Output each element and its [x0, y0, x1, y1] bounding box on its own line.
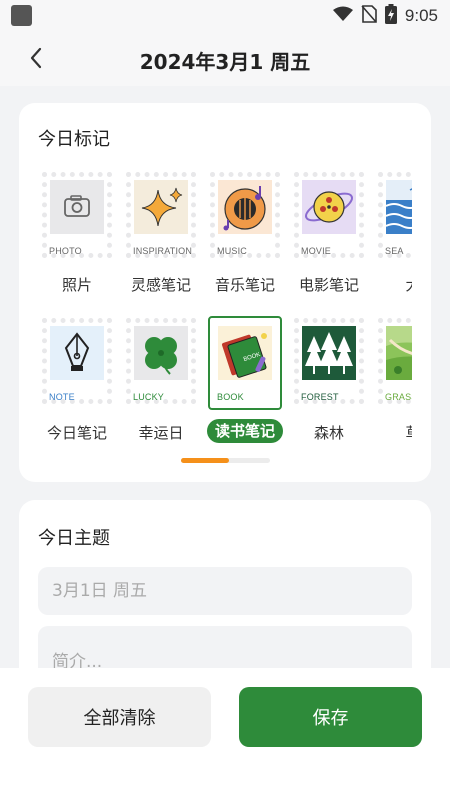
wifi-icon — [332, 6, 353, 27]
marks-section-title: 今日标记 — [38, 129, 110, 150]
camera-icon — [50, 180, 104, 234]
stamp-grass[interactable]: GRASS — [376, 316, 412, 410]
stamp-label: 灵感笔记 — [130, 276, 191, 294]
stamp-music[interactable]: MUSIC — [208, 170, 282, 264]
stamp-label: 大 — [370, 274, 412, 295]
clear-all-button[interactable]: 全部清除 — [28, 687, 211, 747]
stamp-movie[interactable]: MOVIE — [292, 170, 366, 264]
book-icon: BOOK — [218, 326, 272, 380]
stamp-tag: SEA — [385, 246, 404, 256]
sparkle-icon — [134, 180, 188, 234]
status-bar: 9:05 — [0, 0, 450, 32]
film-reel-icon — [302, 180, 356, 234]
stamp-label: 电影笔记 — [298, 276, 359, 294]
stamp-book[interactable]: BOOK BOOK — [208, 316, 282, 410]
save-button[interactable]: 保存 — [239, 687, 422, 747]
stamp-photo[interactable]: PHOTO — [40, 170, 114, 264]
stamp-note[interactable]: NOTE — [40, 316, 114, 410]
stamp-lucky[interactable]: LUCKY — [124, 316, 198, 410]
stamp-tag: MOVIE — [301, 246, 332, 256]
stamp-tag: NOTE — [49, 392, 75, 402]
stamp-forest[interactable]: FOREST — [292, 316, 366, 410]
guitar-icon — [218, 180, 272, 234]
stamp-tag: LUCKY — [133, 392, 165, 402]
stamp-tag: BOOK — [217, 392, 244, 402]
app-notification-icon — [11, 5, 32, 26]
wave-icon — [386, 180, 412, 234]
stamp-tag: PHOTO — [49, 246, 82, 256]
stamp-tag: FOREST — [301, 392, 339, 402]
stamp-label: 幸运日 — [138, 424, 184, 442]
clover-icon — [134, 326, 188, 380]
stamp-tag: MUSIC — [217, 246, 247, 256]
stamp-label: 照片 — [61, 276, 92, 294]
stamp-label: 草 — [370, 422, 412, 443]
no-sim-icon — [361, 4, 377, 28]
stamp-sea[interactable]: SEA — [376, 170, 412, 264]
scroll-indicator-thumb[interactable] — [181, 458, 229, 463]
stamp-label: 今日笔记 — [46, 424, 107, 442]
stamp-label-selected: 读书笔记 — [207, 419, 283, 443]
theme-section-title: 今日主题 — [38, 528, 110, 549]
stamp-inspiration[interactable]: INSPIRATION — [124, 170, 198, 264]
battery-charging-icon — [384, 3, 397, 29]
marks-grid[interactable]: PHOTO INSPIRATION MUSIC MOVIE SEA 照片 灵感笔… — [19, 166, 412, 456]
topic-input[interactable] — [38, 567, 412, 615]
stamp-label: 音乐笔记 — [214, 276, 275, 294]
page-title: 2024年3月1 周五 — [139, 50, 311, 74]
stamp-label: 森林 — [313, 424, 344, 442]
stamp-tag: GRASS — [385, 392, 412, 402]
pine-trees-icon — [302, 326, 356, 380]
pen-nib-icon — [50, 326, 104, 380]
header: 2024年3月1 周五 — [0, 32, 450, 86]
stamp-tag: INSPIRATION — [133, 246, 193, 256]
grass-field-icon — [386, 326, 412, 380]
status-time: 9:05 — [404, 6, 438, 25]
